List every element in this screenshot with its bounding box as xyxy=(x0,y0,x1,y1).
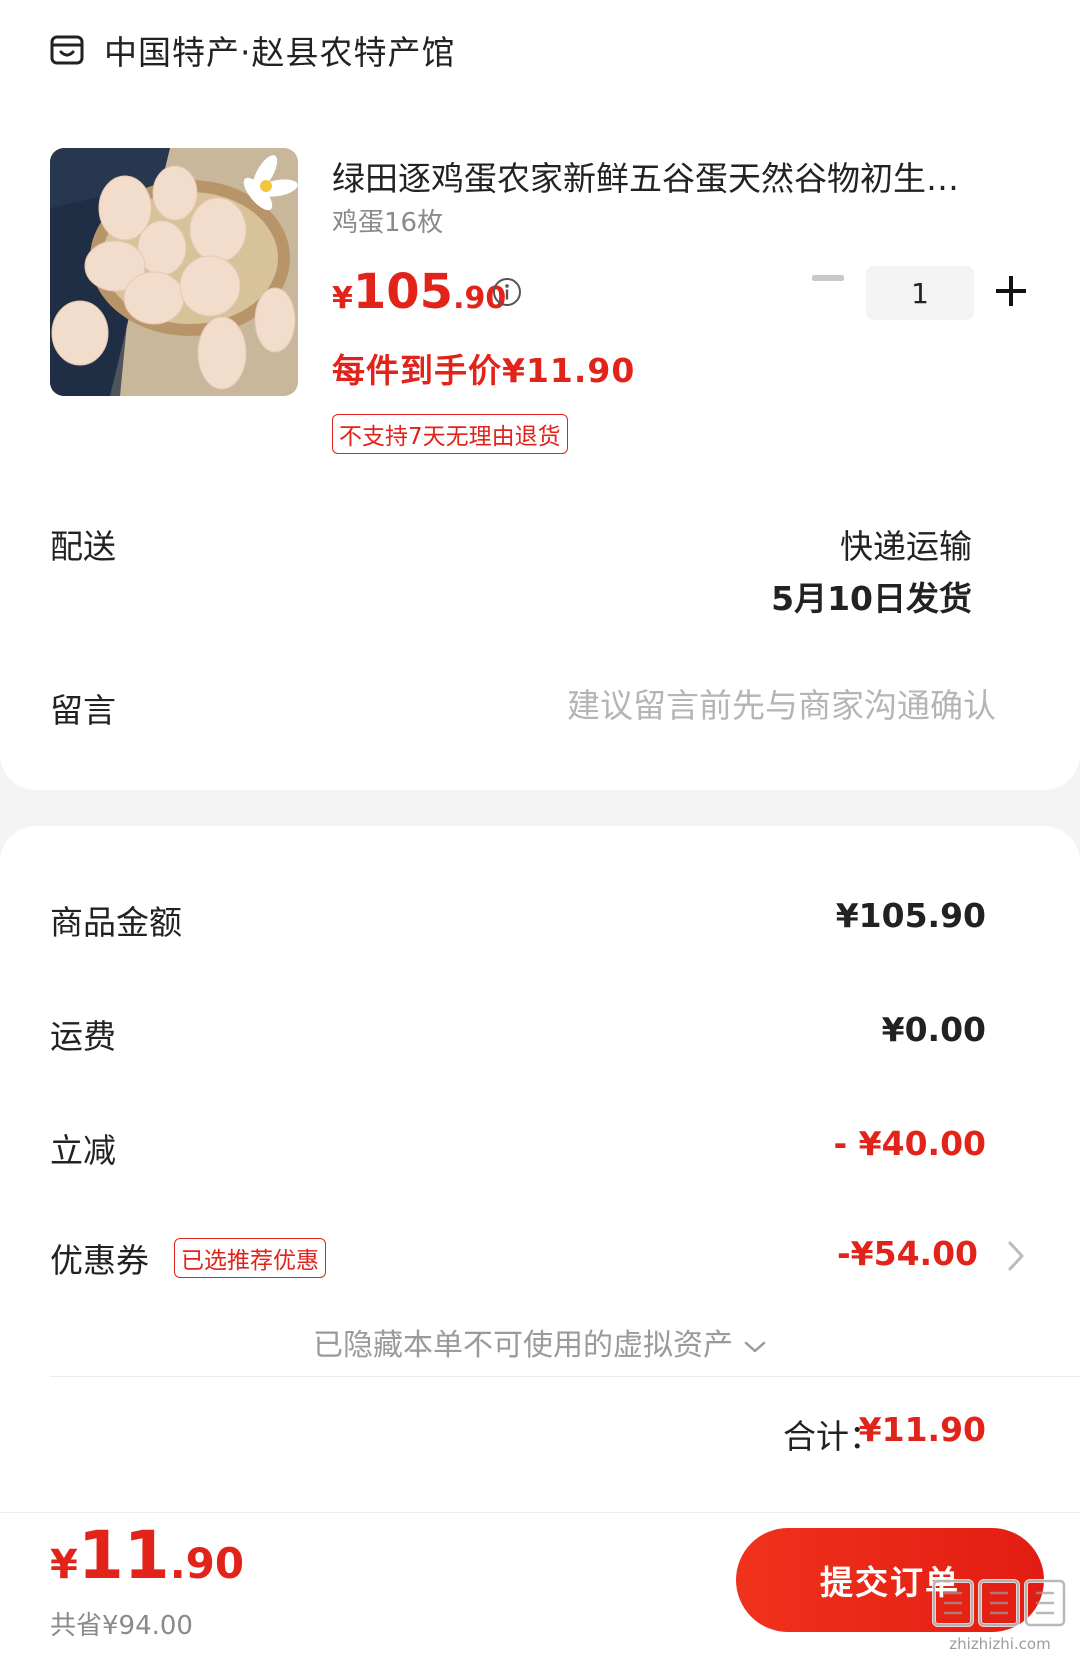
product-spec[interactable]: 鸡蛋16枚 xyxy=(332,202,443,239)
goods-amount-label: 商品金额 xyxy=(50,903,182,942)
chevron-right-icon[interactable] xyxy=(1006,1239,1026,1273)
shop-header[interactable]: 中国特产·赵县农特产馆 xyxy=(50,28,456,72)
goods-amount-value: ¥105.90 xyxy=(835,896,986,935)
total-value: ¥11.90 xyxy=(858,1410,986,1449)
order-confirm-page: 中国特产·赵县农特产馆 绿田逐鸡蛋农家新鲜五谷蛋天然谷物初生… 鸡蛋16枚 ¥ … xyxy=(0,0,1080,1654)
final-price-decimal: .90 xyxy=(169,1539,245,1588)
store-icon xyxy=(50,35,84,65)
shop-name: 中国特产·赵县农特产馆 xyxy=(104,33,456,72)
final-price-symbol: ¥ xyxy=(50,1542,78,1588)
hidden-assets-text: 已隐藏本单不可使用的虚拟资产 xyxy=(313,1328,733,1363)
price-summary-card: 商品金额 ¥105.90 运费 ¥0.00 立减 - ¥40.00 优惠券 已选… xyxy=(0,826,1080,1526)
total-saved: 共省¥94.00 xyxy=(50,1611,193,1641)
product-price: ¥ 105 .90 xyxy=(332,264,506,320)
quantity-value[interactable]: 1 xyxy=(866,266,974,320)
delivery-method[interactable]: 快递运输 xyxy=(840,520,972,568)
info-icon[interactable] xyxy=(492,277,522,307)
unit-price: 每件到手价¥11.90 xyxy=(332,351,636,390)
bottom-action-bar: ¥ 11 .90 共省¥94.00 提交订单 zhizhizhi.com xyxy=(0,1512,1080,1654)
delivery-label: 配送 xyxy=(50,527,116,566)
chevron-down-icon xyxy=(744,1341,766,1352)
watermark-domain: zhizhizhi.com xyxy=(949,1635,1050,1653)
discount-label: 立减 xyxy=(50,1131,116,1170)
message-input[interactable] xyxy=(430,680,996,730)
coupon-label[interactable]: 优惠券 xyxy=(50,1234,149,1282)
quantity-decrease-button[interactable] xyxy=(812,275,844,281)
price-symbol: ¥ xyxy=(332,281,353,316)
product-title[interactable]: 绿田逐鸡蛋农家新鲜五谷蛋天然谷物初生… xyxy=(332,152,1032,200)
quantity-increase-button[interactable] xyxy=(996,276,1026,306)
hidden-assets-toggle[interactable]: 已隐藏本单不可使用的虚拟资产 xyxy=(0,1320,1080,1364)
price-integer: 105 xyxy=(352,264,454,320)
discount-value: - ¥40.00 xyxy=(833,1124,986,1163)
shipping-label: 运费 xyxy=(50,1017,116,1056)
divider xyxy=(50,1376,1080,1377)
watermark-logo: zhizhizhi.com xyxy=(932,1579,1066,1653)
return-policy-tag: 不支持7天无理由退货 xyxy=(332,414,568,454)
coupon-recommended-tag: 已选推荐优惠 xyxy=(174,1238,326,1278)
coupon-value[interactable]: -¥54.00 xyxy=(837,1234,978,1273)
final-price-integer: 11 xyxy=(77,1517,170,1594)
product-card: 中国特产·赵县农特产馆 绿田逐鸡蛋农家新鲜五谷蛋天然谷物初生… 鸡蛋16枚 ¥ … xyxy=(0,0,1080,790)
message-label: 留言 xyxy=(50,691,116,730)
final-price: ¥ 11 .90 xyxy=(50,1517,244,1594)
product-image[interactable] xyxy=(50,148,298,396)
shipping-value: ¥0.00 xyxy=(881,1010,986,1049)
delivery-ship-date: 5月10日发货 xyxy=(771,579,972,618)
